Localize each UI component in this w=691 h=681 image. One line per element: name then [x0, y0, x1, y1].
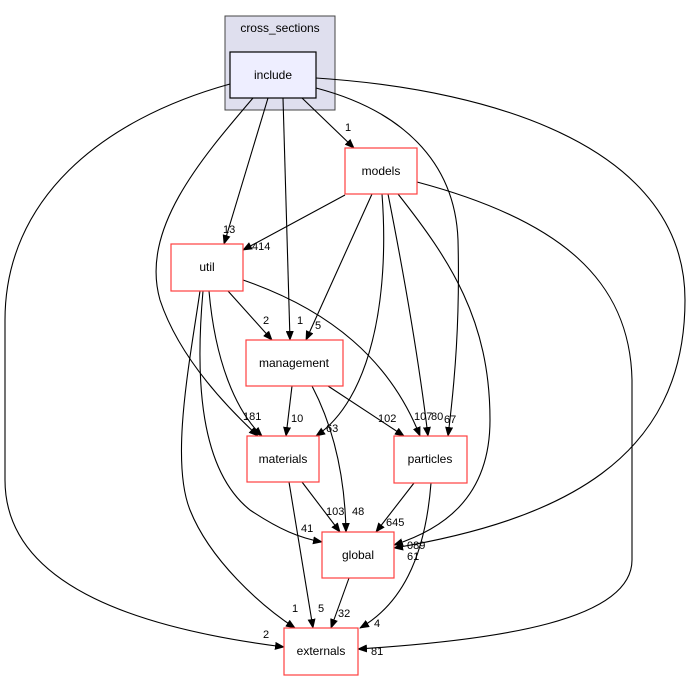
edge-global-externals: [330, 577, 350, 629]
edge-models-particles: [387, 193, 431, 437]
edge-label: 5: [315, 320, 321, 332]
edge-label: 67: [444, 414, 456, 426]
svg-text:util: util: [199, 260, 214, 274]
edge-include-util: [222, 97, 269, 245]
svg-text:include: include: [254, 68, 292, 82]
edge-label: 10: [291, 413, 303, 425]
svg-text:management: management: [259, 356, 330, 370]
edge-models-global: [393, 193, 491, 547]
node-util[interactable]: util: [170, 243, 244, 292]
edge-label: 32: [338, 608, 350, 620]
edge-label: 63: [326, 423, 338, 435]
svg-text:models: models: [362, 164, 401, 178]
svg-text:global: global: [342, 548, 374, 562]
edge-label: 48: [352, 506, 364, 518]
edge-label: 13: [223, 224, 235, 236]
edge-label: 181: [243, 411, 261, 423]
edge-label: 107: [414, 411, 432, 423]
node-externals[interactable]: externals: [283, 627, 359, 676]
node-models[interactable]: models: [344, 147, 418, 195]
directory-dependency-graph: cross_sections 1 13 1 181 67 089 2 414 5…: [4, 15, 686, 676]
node-particles[interactable]: particles: [393, 435, 468, 484]
svg-text:externals: externals: [297, 644, 346, 658]
node-management[interactable]: management: [245, 339, 344, 387]
edge-label: 81: [371, 646, 383, 658]
edge-include-externals: [4, 83, 285, 650]
node-include[interactable]: include: [229, 51, 317, 99]
edge-management-particles: [327, 385, 405, 437]
edge-models-materials: [315, 193, 385, 437]
edge-label: 645: [386, 517, 404, 529]
edge-label: 41: [301, 523, 313, 535]
edge-label: 102: [378, 413, 396, 425]
edge-label: 5: [318, 603, 324, 615]
node-global[interactable]: global: [321, 531, 395, 579]
edge-label: 2: [263, 315, 269, 327]
edge-label: 80: [431, 411, 443, 423]
edge-label: 1: [292, 603, 298, 615]
edge-models-management: [305, 193, 373, 341]
cluster-label: cross_sections: [240, 21, 319, 35]
svg-text:materials: materials: [259, 452, 308, 466]
edge-include-management: [282, 97, 294, 341]
edge-label: 103: [326, 506, 344, 518]
edge-label: 1: [297, 315, 303, 327]
edge-label: 4: [374, 618, 380, 630]
edge-label: 1: [345, 122, 351, 134]
edge-management-materials: [283, 385, 293, 437]
edge-label: 414: [252, 241, 270, 253]
node-materials[interactable]: materials: [246, 435, 320, 483]
edge-label: 61: [407, 551, 419, 563]
svg-text:particles: particles: [408, 452, 453, 466]
edge-label: 2: [263, 629, 269, 641]
